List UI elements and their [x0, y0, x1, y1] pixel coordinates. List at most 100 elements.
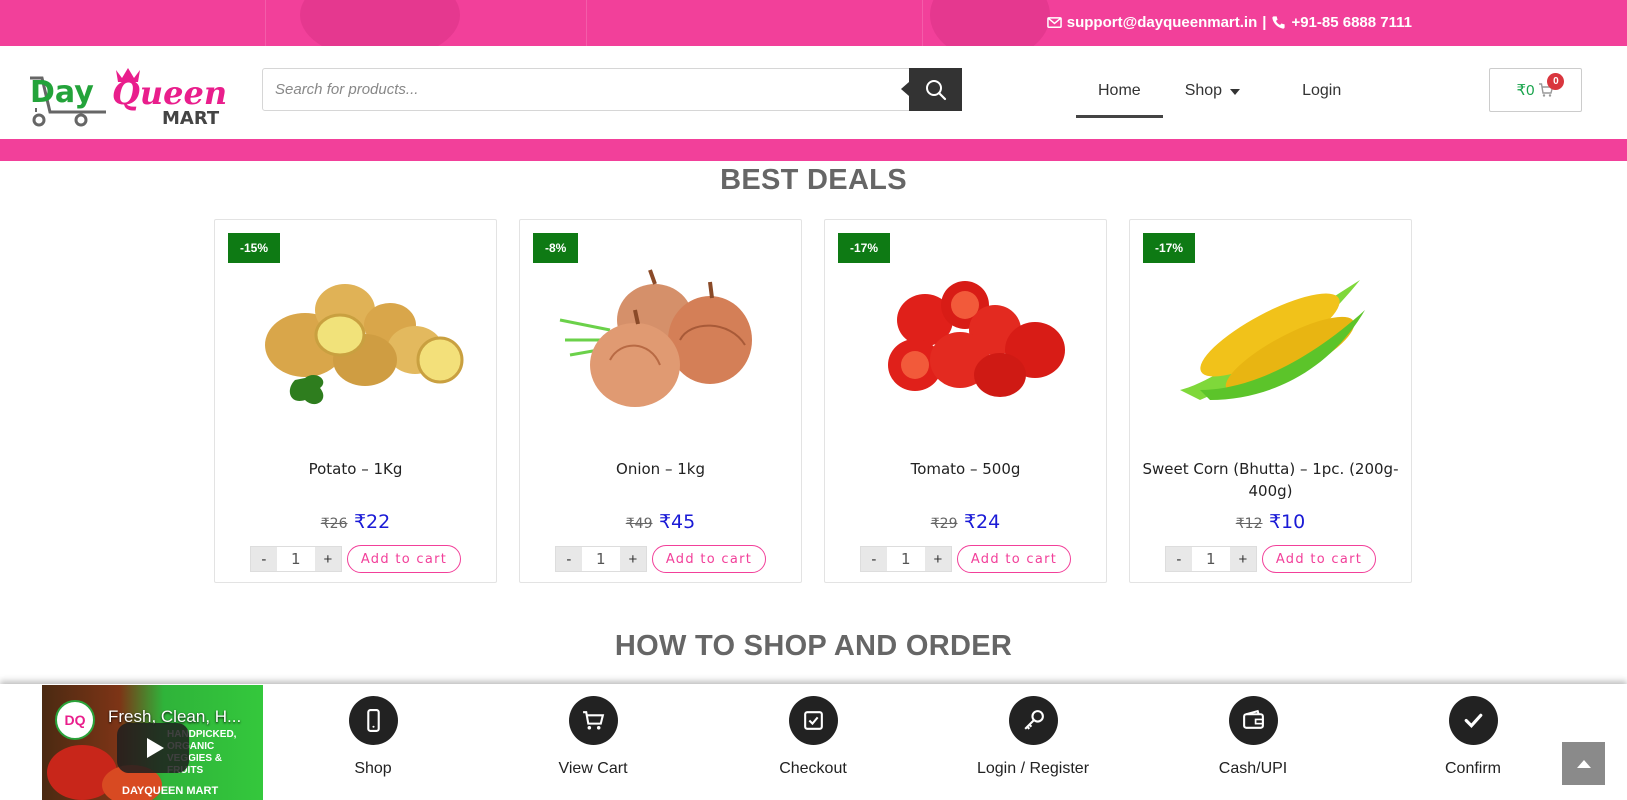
- quantity-increase-button[interactable]: +: [619, 547, 646, 571]
- tomato-image[interactable]: [855, 240, 1075, 440]
- quantity-decrease-button[interactable]: -: [860, 547, 887, 571]
- product-title[interactable]: Onion – 1kg: [528, 458, 793, 480]
- scroll-to-top-button[interactable]: [1562, 742, 1605, 785]
- sale-price: ₹10: [1268, 511, 1306, 533]
- svg-text:Day: Day: [30, 75, 94, 110]
- quantity-decrease-button[interactable]: -: [250, 547, 277, 571]
- quantity-decrease-button[interactable]: -: [1165, 547, 1192, 571]
- envelope-icon: [1046, 17, 1062, 28]
- quantity-decrease-button[interactable]: -: [555, 547, 582, 571]
- step-login-register[interactable]: Login / Register: [953, 696, 1113, 778]
- site-logo[interactable]: Day Queen MART: [28, 64, 238, 128]
- quantity-input[interactable]: [886, 547, 925, 571]
- check-icon: [1448, 696, 1498, 745]
- regular-price: ₹49: [625, 516, 653, 532]
- play-icon[interactable]: [117, 723, 189, 773]
- site-header: Day Queen MART Home Shop Login ₹0 0: [0, 46, 1627, 139]
- search-button[interactable]: [901, 68, 962, 111]
- regular-price: ₹12: [1235, 516, 1263, 532]
- banner-decoration: [930, 0, 1050, 46]
- nav-login-label: Login: [1302, 82, 1342, 99]
- support-email-link[interactable]: support@dayqueenmart.in: [1067, 14, 1257, 31]
- product-card: -17% Sweet Corn (Bhutta) – 1pc. (200g-40…: [1129, 219, 1412, 583]
- product-price: ₹29 ₹24: [825, 511, 1106, 533]
- checkbox-icon: [788, 696, 838, 745]
- quantity-input[interactable]: [276, 547, 315, 571]
- product-card: -17% Tomato – 500g ₹29 ₹24 - + Add to ca…: [824, 219, 1107, 583]
- video-brand: DAYQUEEN MART: [122, 785, 219, 797]
- step-checkout[interactable]: Checkout: [733, 696, 893, 778]
- product-search: [262, 68, 962, 111]
- page: support@dayqueenmart.in | +91-85 6888 71…: [0, 0, 1627, 800]
- nav-shop-label: Shop: [1184, 82, 1223, 99]
- quantity-input[interactable]: [581, 547, 620, 571]
- step-label: Login / Register: [976, 760, 1090, 777]
- mini-cart-button[interactable]: ₹0 0: [1489, 68, 1582, 112]
- quantity-stepper: - +: [1164, 546, 1257, 572]
- product-price: ₹49 ₹45: [520, 511, 801, 533]
- corn-image[interactable]: [1160, 240, 1380, 440]
- search-icon: [925, 79, 946, 100]
- add-to-cart-button[interactable]: Add to cart: [651, 545, 767, 573]
- product-price: ₹12 ₹10: [1130, 511, 1411, 533]
- step-label: View Cart: [558, 760, 628, 777]
- add-to-cart-row: - + Add to cart: [215, 545, 496, 573]
- add-to-cart-button[interactable]: Add to cart: [346, 545, 462, 573]
- regular-price: ₹26: [320, 516, 348, 532]
- cart-icon: [568, 696, 618, 745]
- nav-home-label: Home: [1098, 82, 1141, 99]
- quantity-stepper: - +: [554, 546, 647, 572]
- wallet-icon: [1228, 696, 1278, 745]
- discount-badge: -17%: [1143, 233, 1196, 263]
- step-label: Shop: [354, 760, 392, 777]
- contact-info: support@dayqueenmart.in | +91-85 6888 71…: [1046, 14, 1412, 31]
- add-to-cart-row: - + Add to cart: [1130, 545, 1411, 573]
- search-input[interactable]: [263, 69, 909, 110]
- best-deals-heading: BEST DEALS: [720, 164, 907, 196]
- quantity-increase-button[interactable]: +: [1229, 547, 1256, 571]
- banner-divider: [922, 0, 923, 46]
- step-label: Checkout: [779, 760, 847, 777]
- discount-badge: -8%: [533, 233, 579, 263]
- quantity-increase-button[interactable]: +: [314, 547, 341, 571]
- sale-price: ₹24: [963, 511, 1001, 533]
- add-to-cart-row: - + Add to cart: [520, 545, 801, 573]
- nav-login[interactable]: Login: [1280, 68, 1363, 118]
- sale-price: ₹22: [353, 511, 391, 533]
- product-title[interactable]: Sweet Corn (Bhutta) – 1pc. (200g-400g): [1138, 458, 1403, 502]
- discount-badge: -17%: [838, 233, 891, 263]
- step-cash-upi[interactable]: Cash/UPI: [1173, 696, 1333, 778]
- add-to-cart-button[interactable]: Add to cart: [956, 545, 1072, 573]
- how-to-shop-heading: HOW TO SHOP AND ORDER: [614, 630, 1013, 662]
- chevron-down-icon: [1230, 89, 1241, 95]
- nav-home[interactable]: Home: [1076, 68, 1163, 118]
- contact-separator: |: [1262, 14, 1267, 31]
- step-label: Cash/UPI: [1218, 760, 1288, 777]
- svg-text:MART: MART: [162, 108, 220, 128]
- banner-divider: [265, 0, 266, 46]
- step-shop[interactable]: Shop: [293, 696, 453, 778]
- step-confirm[interactable]: Confirm: [1393, 696, 1553, 778]
- potato-image[interactable]: [245, 240, 465, 440]
- product-card: -8% Onion – 1kg ₹49 ₹45 - + Add to cart: [519, 219, 802, 583]
- quantity-increase-button[interactable]: +: [924, 547, 951, 571]
- cart-count-badge: 0: [1547, 73, 1565, 90]
- step-view-cart[interactable]: View Cart: [513, 696, 673, 778]
- quantity-stepper: - +: [859, 546, 952, 572]
- quantity-input[interactable]: [1191, 547, 1230, 571]
- nav-shop[interactable]: Shop: [1163, 68, 1270, 118]
- video-channel-logo: DQ: [55, 700, 95, 740]
- cart-total: ₹0: [1516, 82, 1535, 99]
- product-title[interactable]: Tomato – 500g: [833, 458, 1098, 480]
- onion-image[interactable]: [550, 240, 770, 440]
- add-to-cart-button[interactable]: Add to cart: [1261, 545, 1377, 573]
- support-phone-link[interactable]: +91-85 6888 7111: [1291, 14, 1412, 31]
- step-label: Confirm: [1444, 760, 1501, 777]
- video-thumbnail[interactable]: DQ HANDPICKED, ORGANIC VEGGIES & FRUITS …: [42, 685, 263, 800]
- cart-icon: 0: [1538, 73, 1565, 98]
- regular-price: ₹29: [930, 516, 958, 532]
- best-deals-grid: -15% Potato – 1Kg ₹26 ₹22 - + Add to car…: [214, 219, 1412, 583]
- top-contact-bar: support@dayqueenmart.in | +91-85 6888 71…: [0, 0, 1627, 46]
- product-card: -15% Potato – 1Kg ₹26 ₹22 - + Add to car…: [214, 219, 497, 583]
- product-title[interactable]: Potato – 1Kg: [223, 458, 488, 480]
